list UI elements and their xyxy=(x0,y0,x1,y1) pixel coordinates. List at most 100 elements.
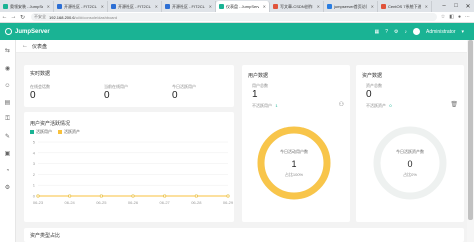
grid-icon[interactable]: ▦ xyxy=(375,29,380,35)
tab-close-icon[interactable]: ✕ xyxy=(371,4,374,9)
tab-close-icon[interactable]: ✕ xyxy=(425,4,428,9)
data-point xyxy=(68,194,72,198)
tab-close-icon[interactable]: ✕ xyxy=(263,4,266,9)
y-tick-label: 4 xyxy=(33,150,36,155)
tab-label: jumpserver首页访问 xyxy=(334,3,367,9)
user-ring-chart: 今日活动用户数 1 占比100% xyxy=(257,126,331,200)
realtime-stat-value: 0 xyxy=(172,90,178,101)
browser-toolbar-icons: ☆ ◧ ● ⋯ xyxy=(441,14,474,20)
asset-ring-value: 0 xyxy=(407,159,412,169)
app-name: JumpServer xyxy=(15,28,50,35)
asset-icon[interactable]: ▤ xyxy=(0,94,15,111)
logo[interactable]: JumpServer xyxy=(0,28,130,35)
tab-close-icon[interactable]: ✕ xyxy=(101,4,104,9)
legend-swatch xyxy=(30,129,34,134)
inactive-users-label: 不活跃用户 1 xyxy=(252,103,278,108)
chevron-down-icon[interactable]: ▾ xyxy=(461,29,464,35)
url-input[interactable]: 不安全 192.168.200.6/ui/#/console/dashboard xyxy=(31,13,437,21)
asset-total-value: 0 xyxy=(366,89,372,100)
user-ring-value: 1 xyxy=(291,159,296,169)
x-tick-label: 06-28 xyxy=(191,200,202,205)
asset-type-title: 资产类型占比 xyxy=(30,233,61,239)
bell-icon[interactable]: ♪ xyxy=(405,29,408,35)
user-menu[interactable]: Administrator xyxy=(426,29,455,35)
profile-icon[interactable]: ● xyxy=(458,14,461,20)
data-point xyxy=(99,194,103,198)
legend-item[interactable]: 活跃用户 xyxy=(30,129,52,135)
user-icon[interactable]: ☺ xyxy=(0,77,15,94)
realtime-title: 实时数据 xyxy=(30,71,51,77)
collapse-menu-icon[interactable]: ⇆ xyxy=(0,40,15,60)
x-tick-label: 06-25 xyxy=(96,200,107,205)
realtime-card: 实时数据 在线会话数 0 当前在线用户 0 今日活跃用户 0 xyxy=(24,65,234,107)
chart-legend: 活跃用户 活跃资产 xyxy=(30,129,80,135)
data-point xyxy=(131,194,135,198)
tab-close-icon[interactable]: ✕ xyxy=(47,4,50,9)
asset-data-card: 资产数据 资产总数 0 不活跃资产 0 🗑 今日活跃资产数 0 占比0% xyxy=(356,65,464,222)
browser-tab[interactable]: 奥领安装 - JumpServ ✕ xyxy=(0,1,54,12)
back-arrow-icon[interactable]: ← xyxy=(22,43,28,49)
asset-data-title: 资产数据 xyxy=(362,73,383,79)
minimize-icon[interactable]: – xyxy=(438,0,450,12)
y-tick-label: 2 xyxy=(33,172,36,177)
asset-ring-chart: 今日活跃资产数 0 占比0% xyxy=(373,126,447,200)
browser-tab[interactable]: CentOS 7系统下进行 ✕ xyxy=(378,1,432,12)
x-tick-label: 06-23 xyxy=(33,200,44,205)
page-scrollbar[interactable] xyxy=(467,40,474,242)
tab-label: 开源社区 - FIT2CLO xyxy=(64,3,97,9)
tab-close-icon[interactable]: ✕ xyxy=(209,4,212,9)
browser-tab[interactable]: 写文章-CSDN创作中 ✕ xyxy=(270,1,324,12)
y-tick-label: 1 xyxy=(33,183,36,188)
audit-icon[interactable]: ✎ xyxy=(0,128,15,145)
legend-label: 活跃用户 xyxy=(36,129,52,134)
session-icon[interactable]: ▣ xyxy=(0,145,15,162)
star-icon[interactable]: ☆ xyxy=(441,14,445,20)
maximize-icon[interactable]: □ xyxy=(450,0,462,12)
realtime-stat-value: 0 xyxy=(104,90,110,101)
tab-close-icon[interactable]: ✕ xyxy=(155,4,158,9)
avatar[interactable] xyxy=(413,28,421,35)
legend-item[interactable]: 活跃资产 xyxy=(58,129,80,135)
reload-icon[interactable]: ↻ xyxy=(18,13,27,22)
browser-tab[interactable]: 仪表盘 - JumpServe ✕ xyxy=(216,1,270,12)
tab-favicon-icon xyxy=(273,4,278,9)
asset-type-card: 资产类型占比 xyxy=(24,228,464,242)
back-icon[interactable]: ← xyxy=(0,13,9,22)
close-window-icon[interactable]: ✕ xyxy=(462,0,474,12)
app-header: JumpServer ▦ ? ⚙ ♪ Administrator ▾ xyxy=(0,23,474,40)
settings-icon[interactable]: ⚙ xyxy=(394,29,398,35)
browser-tab[interactable]: 开源社区 - FIT2CLO ✕ xyxy=(108,1,162,12)
address-bar: ← → ↻ 不安全 192.168.200.6/ui/#/console/das… xyxy=(0,12,474,23)
monitor-icon[interactable]: ◔ xyxy=(0,162,15,179)
inactive-users-value: 1 xyxy=(275,103,278,108)
data-point xyxy=(163,194,167,198)
tab-label: CentOS 7系统下进行 xyxy=(388,3,421,9)
help-icon[interactable]: ? xyxy=(385,29,388,35)
browser-tabs: 奥领安装 - JumpServ✕ 开源社区 - FIT2CLO ✕ 开源社区 - FI… xyxy=(0,1,432,12)
browser-tab[interactable]: 开源社区 - FIT2CLO ✕ xyxy=(54,1,108,12)
window-controls: – □ ✕ xyxy=(438,0,474,12)
data-point xyxy=(194,194,198,198)
sidebar: ⇆ ◉ ☺ ▤ ⚿ ✎ ▣ ◔ ⚙ xyxy=(0,40,16,242)
user-data-card: 用户数据 用户总数 1 不活跃用户 1 ⚇ 今日活动用户数 1 占比100% xyxy=(242,65,350,222)
asset-ring-label: 今日活跃资产数 xyxy=(396,148,424,154)
forward-icon[interactable]: → xyxy=(9,13,18,22)
scrollbar-thumb[interactable] xyxy=(468,40,473,220)
user-ring-label: 今日活动用户数 xyxy=(280,148,308,154)
extensions-icon[interactable]: ◧ xyxy=(449,14,454,20)
browser-tab[interactable]: jumpserver首页访问 ✕ xyxy=(324,1,378,12)
url-host: 192.168.200.6 xyxy=(49,14,75,20)
tab-label: 开源社区 - FIT2CLO xyxy=(172,3,205,9)
tab-close-icon[interactable]: ✕ xyxy=(317,4,320,9)
delete-icon: 🗑 xyxy=(450,102,458,108)
inactive-assets-value: 0 xyxy=(389,103,392,108)
system-settings-icon[interactable]: ⚙ xyxy=(0,179,15,196)
permission-icon[interactable]: ⚿ xyxy=(0,111,15,128)
tab-favicon-icon xyxy=(111,4,116,9)
menu-icon[interactable]: ⋯ xyxy=(465,14,470,20)
user-data-title: 用户数据 xyxy=(248,73,269,79)
data-point xyxy=(36,194,40,198)
dashboard-icon[interactable]: ◉ xyxy=(0,60,15,77)
browser-tab[interactable]: 开源社区 - FIT2CLO ✕ xyxy=(162,1,216,12)
y-tick-label: 0 xyxy=(33,194,36,199)
